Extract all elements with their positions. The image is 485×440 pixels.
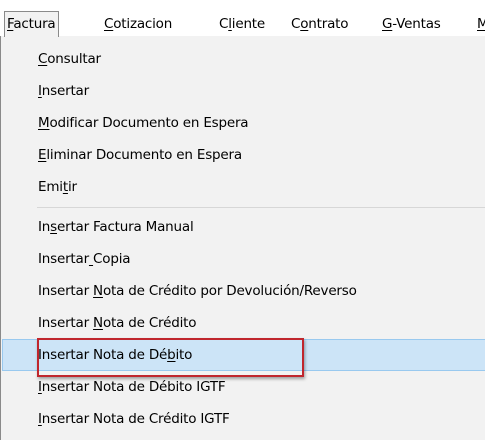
- menu-item-insertar-nota-credito[interactable]: Insertar Nota de Crédito: [2, 307, 485, 339]
- menu-label-part: actura: [13, 16, 56, 32]
- menu-label-part: ntrato: [308, 16, 349, 32]
- menu-g-ventas[interactable]: G-Ventas: [382, 12, 441, 36]
- item-label-part: Insertar: [38, 283, 94, 299]
- item-label-part: ir: [67, 179, 77, 195]
- menu-item-modificar-documento-en-espera[interactable]: Modificar Documento en Espera: [2, 107, 485, 139]
- menu-item-insertar[interactable]: Insertar: [2, 75, 485, 107]
- menu-accelerator-key: G: [382, 16, 393, 32]
- item-label-part: In: [38, 219, 51, 235]
- item-label-part: Insertar: [38, 315, 94, 331]
- item-label-part: ota de Crédito por Devolución/Reverso: [102, 283, 357, 299]
- menu-bar: Factura Cotizacion Cliente Contrato G-Ve…: [0, 0, 485, 37]
- item-label-part: nsertar: [41, 83, 89, 99]
- menu-label-part: -Ventas: [392, 16, 441, 32]
- menu-accelerator-key: M: [477, 16, 485, 32]
- menu-factura[interactable]: Factura: [4, 11, 59, 37]
- menu-item-eliminar-documento-en-espera[interactable]: Eliminar Documento en Espera: [2, 139, 485, 171]
- item-accelerator-key: N: [93, 283, 103, 299]
- menu-label-part: C: [291, 16, 301, 32]
- item-label-part: nsertar Nota de Débito IGTF: [41, 379, 226, 395]
- item-label-part: Emi: [38, 179, 63, 195]
- menu-item-insertar-nota-credito-devolucion[interactable]: Insertar Nota de Crédito por Devolución/…: [2, 275, 485, 307]
- menu-contrato[interactable]: Contrato: [291, 12, 349, 36]
- item-accelerator-key: N: [93, 315, 103, 331]
- menu-accelerator-key: C: [104, 16, 114, 32]
- item-accelerator-key: C: [38, 51, 48, 67]
- item-accelerator-key: s: [50, 219, 57, 235]
- item-label-part: nsertar Nota de Crédito IGTF: [41, 411, 230, 427]
- factura-dropdown-menu: Consultar Insertar Modificar Documento e…: [0, 36, 485, 440]
- menu-item-consultar[interactable]: Consultar: [2, 43, 485, 75]
- menu-item-insertar-nota-credito-igtf[interactable]: Insertar Nota de Crédito IGTF: [2, 403, 485, 435]
- menu-cliente[interactable]: Cliente: [219, 12, 265, 36]
- menu-label-part: iente: [231, 16, 266, 32]
- menu-item-insertar-copia[interactable]: Insertar Copia: [2, 243, 485, 275]
- menu-m[interactable]: M: [477, 12, 485, 36]
- menu-item-insertar-factura-manual[interactable]: Insertar Factura Manual: [2, 211, 485, 243]
- item-label-part: onsultar: [47, 51, 101, 67]
- item-label-part: Insertar: [38, 251, 89, 267]
- menu-item-emitir[interactable]: Emitir: [2, 171, 485, 203]
- menu-label-part: C: [219, 16, 229, 32]
- item-label-part: Copia: [93, 251, 131, 267]
- annotation-highlight-box: [37, 338, 304, 377]
- item-label-part: liminar Documento en Espera: [46, 147, 242, 163]
- menu-separator: [37, 207, 485, 208]
- item-label-part: odificar Documento en Espera: [49, 115, 249, 131]
- screenshot-root: Factura Cotizacion Cliente Contrato G-Ve…: [0, 0, 485, 440]
- item-accelerator-key: M: [38, 115, 50, 131]
- item-label-part: ertar Factura Manual: [56, 219, 194, 235]
- menu-cotizacion[interactable]: Cotizacion: [104, 12, 172, 36]
- item-label-part: ota de Crédito: [102, 315, 197, 331]
- menu-label-part: otizacion: [113, 16, 173, 32]
